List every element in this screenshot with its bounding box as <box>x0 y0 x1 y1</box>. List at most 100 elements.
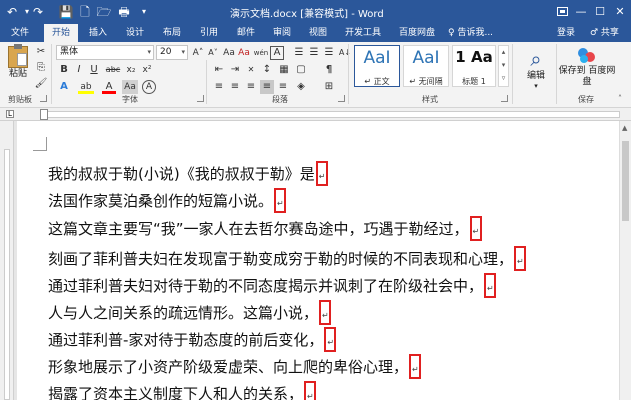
format-painter-icon[interactable]: 🖌 <box>34 77 48 91</box>
document-page[interactable]: 我的叔叔于勒(小说)《我的叔叔于勒》是 ↵ 法国作家莫泊桑创作的短篇小说。 ↵ 这篇… <box>17 121 619 400</box>
paragraph-line[interactable]: 形象地展示了小资产阶级爱虚荣、向上爬的卑俗心理， ↵ <box>48 354 422 379</box>
highlight-color-icon[interactable]: ab <box>78 80 94 94</box>
paragraph-line[interactable]: 法国作家莫泊桑创作的短篇小说。 ↵ <box>48 188 287 213</box>
tab-baidu-netdisk[interactable]: 百度网盘 <box>394 24 440 42</box>
shading-icon[interactable]: ▦ <box>277 63 291 77</box>
shrink-font-icon[interactable]: A˅ <box>206 46 220 60</box>
new-document-icon[interactable]: 🗋 <box>77 4 93 20</box>
tab-file[interactable]: 文件 <box>6 24 34 42</box>
save-to-baidu-button[interactable]: 保存到 百度网盘 <box>558 46 616 88</box>
vertical-scrollbar[interactable]: ▲ <box>619 121 631 400</box>
share-button[interactable]: ♂ 共享 <box>590 24 619 42</box>
paragraph-line[interactable]: 揭露了资本主义制度下人和人的关系， ↵ <box>48 381 317 400</box>
align-left-icon[interactable]: ≡ <box>212 80 226 94</box>
superscript-button[interactable]: x² <box>140 63 154 77</box>
styles-launcher-icon[interactable] <box>501 95 508 102</box>
clear-formatting-icon[interactable]: Aa <box>237 46 251 60</box>
line-spacing-icon[interactable]: ↕ <box>260 63 274 77</box>
borders-icon[interactable]: ▢ <box>294 63 308 77</box>
tab-layout[interactable]: 布局 <box>158 24 186 42</box>
bullets-icon[interactable]: ☰ <box>292 46 306 60</box>
tab-developer[interactable]: 开发工具 <box>340 24 386 42</box>
styles-scroll[interactable]: ▴ ▾ ▿ <box>498 45 509 87</box>
paragraph-line[interactable]: 我的叔叔于勒(小说)《我的叔叔于勒》是 ↵ <box>48 161 328 186</box>
bold-button[interactable]: B <box>57 63 71 77</box>
sort-icon[interactable]: A↓ <box>338 46 352 60</box>
font-color-icon[interactable]: A <box>102 80 116 94</box>
multilevel-list-icon[interactable]: ☰ <box>322 46 336 60</box>
distributed-icon[interactable]: ≡ <box>276 80 290 94</box>
align-center-icon[interactable]: ≡ <box>228 80 242 94</box>
grow-font-icon[interactable]: A˄ <box>191 46 205 60</box>
paragraph-line[interactable]: 人与人之间关系的疏远情形。这篇小说， ↵ <box>48 300 332 325</box>
align-right-icon[interactable]: ≡ <box>244 80 258 94</box>
paragraph-launcher-icon[interactable] <box>338 95 345 102</box>
ribbon-tabs: 文件 开始 插入 设计 布局 引用 邮件 审阅 视图 开发工具 百度网盘 ♀ 告… <box>0 24 631 42</box>
text-effects-icon[interactable]: A <box>57 80 71 94</box>
ribbon-display-options-icon[interactable] <box>557 7 568 16</box>
customize-qat-icon[interactable]: ▾ <box>136 4 152 20</box>
scroll-up-icon: ▴ <box>501 48 506 56</box>
enclose-characters-icon[interactable]: A <box>142 80 156 94</box>
save-icon[interactable]: 💾 <box>58 4 74 20</box>
scroll-up-arrow-icon[interactable]: ▲ <box>622 124 627 132</box>
style-heading-1[interactable]: 1 Aa 标题 1 <box>452 45 496 87</box>
undo-icon[interactable]: ↶ <box>4 4 20 20</box>
minimize-button[interactable]: — <box>573 4 589 20</box>
paste-button[interactable]: 粘贴 <box>6 44 30 86</box>
justify-icon[interactable]: ≡ <box>260 80 274 94</box>
style-name: 标题 1 <box>462 77 486 86</box>
editing-button[interactable]: ⌕ 编辑 ▾ <box>520 48 552 90</box>
scrollbar-thumb[interactable] <box>622 141 629 221</box>
clipboard-launcher-icon[interactable] <box>40 95 47 102</box>
tab-references[interactable]: 引用 <box>195 24 223 42</box>
copy-icon[interactable]: ⎘ <box>34 61 48 75</box>
window-title: 演示文档.docx [兼容模式] - Word <box>230 9 384 20</box>
paragraph-line[interactable]: 这篇文章主要写“我”一家人在去哲尔赛岛途中，巧遇于勒经过， ↵ <box>48 216 482 241</box>
cut-icon[interactable]: ✂ <box>34 45 48 59</box>
font-name-combo[interactable]: 黑体 ▾ <box>56 45 154 60</box>
chinese-layout-icon[interactable]: ✕ <box>244 63 258 77</box>
paragraph-shading-icon[interactable]: ◈ <box>294 80 308 94</box>
maximize-button[interactable]: ☐ <box>592 4 608 20</box>
vertical-ruler[interactable] <box>0 121 14 400</box>
paragraph-line[interactable]: 通过菲利普夫妇对待于勒的不同态度揭示并讽刺了在阶级社会中， ↵ <box>48 273 497 298</box>
collapse-ribbon-icon[interactable]: ˄ <box>618 94 622 103</box>
font-size-combo[interactable]: 20 ▾ <box>156 45 188 60</box>
redo-icon[interactable]: ↷ <box>30 4 46 20</box>
tab-home[interactable]: 开始 <box>44 24 78 42</box>
phonetic-guide-icon[interactable]: wén <box>253 46 269 60</box>
strikethrough-button[interactable]: abc <box>104 63 122 77</box>
font-launcher-icon[interactable] <box>197 95 204 102</box>
tab-review[interactable]: 审阅 <box>268 24 296 42</box>
style-no-spacing[interactable]: AaI ↵ 无间隔 <box>403 45 449 87</box>
tab-design[interactable]: 设计 <box>121 24 149 42</box>
italic-button[interactable]: I <box>72 63 86 77</box>
print-preview-icon[interactable]: 🖶 <box>116 4 132 20</box>
open-folder-icon[interactable]: 🗁 <box>96 4 112 20</box>
horizontal-ruler[interactable]: L <box>0 108 631 121</box>
tab-insert[interactable]: 插入 <box>84 24 112 42</box>
sign-in-link[interactable]: 登录 <box>554 24 578 42</box>
numbering-icon[interactable]: ☰ <box>307 46 321 60</box>
subscript-button[interactable]: x₂ <box>124 63 138 77</box>
font-group-label: 字体 <box>122 95 138 104</box>
tab-mailings[interactable]: 邮件 <box>232 24 260 42</box>
paragraph-borders-icon[interactable]: ⊞ <box>322 80 336 94</box>
paragraph-line[interactable]: 刻画了菲利普夫妇在发现富于勒变成穷于勒的时候的不同表现和心理， ↵ <box>48 246 527 271</box>
character-border-icon[interactable]: A <box>270 46 284 60</box>
paragraph-line[interactable]: 通过菲利普-家对待于勒态度的前后变化， ↵ <box>48 327 337 352</box>
style-normal[interactable]: AaI ↵ 正文 <box>354 45 400 87</box>
close-button[interactable]: ✕ <box>612 4 628 20</box>
tab-selector-icon[interactable]: L <box>6 110 14 118</box>
decrease-indent-icon[interactable]: ⇤ <box>212 63 226 77</box>
underline-button[interactable]: U <box>87 63 101 77</box>
line-text: 形象地展示了小资产阶级爱虚荣、向上爬的卑俗心理， <box>48 358 409 376</box>
tab-view[interactable]: 视图 <box>304 24 332 42</box>
increase-indent-icon[interactable]: ⇥ <box>228 63 242 77</box>
show-marks-icon[interactable]: ¶ <box>322 63 336 77</box>
change-case-icon[interactable]: Aa <box>222 46 236 60</box>
tell-me-search[interactable]: ♀ 告诉我... <box>448 24 493 42</box>
indent-marker[interactable] <box>40 109 48 120</box>
character-shading-icon[interactable]: Aa <box>122 80 138 94</box>
